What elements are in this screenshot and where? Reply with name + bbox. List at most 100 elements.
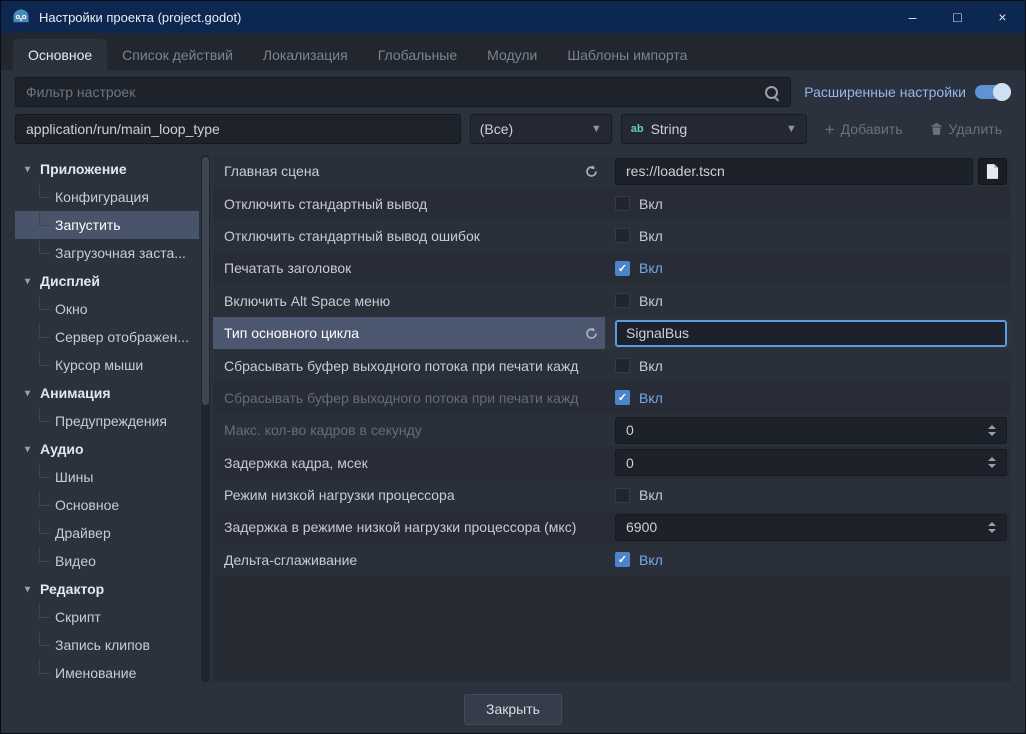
string-type-icon: ab [630,123,644,135]
setting-row-main-scene: Главная сцена res://loader.tscn [213,155,1011,188]
toggle-knob [993,83,1011,101]
setting-label[interactable]: Главная сцена [213,155,605,187]
sidebar-item-display-server[interactable]: Сервер отображен... [15,323,199,351]
filter-row: Фильтр настроек Расширенные настройки [15,77,1011,107]
setting-label[interactable]: Отключить стандартный вывод ошибок [213,220,605,252]
property-path-input[interactable]: application/run/main_loop_type [15,114,461,144]
setting-label[interactable]: Отключить стандартный вывод [213,187,605,219]
scrollbar-thumb[interactable] [202,157,209,405]
spin-arrows-icon[interactable] [982,457,996,469]
checkbox[interactable] [615,196,630,212]
tab-import-defaults[interactable]: Шаблоны импорта [552,39,702,70]
dialog-footer: Закрыть [1,685,1025,733]
tab-general[interactable]: Основное [13,39,108,70]
tab-plugins[interactable]: Модули [472,39,552,70]
sidebar-item-mouse-cursor[interactable]: Курсор мыши [15,351,199,379]
checkbox[interactable] [615,293,630,309]
setting-label[interactable]: Печатать заголовок [213,252,605,284]
setting-label[interactable]: Режим низкой нагрузки процессора [213,479,605,511]
sidebar-section-animation[interactable]: ▾ Анимация [15,379,199,407]
sidebar-item-naming[interactable]: Именование [15,659,199,682]
checkbox[interactable] [615,358,630,374]
sidebar-section-display[interactable]: ▾ Дисплей [15,267,199,295]
sidebar-item-config[interactable]: Конфигурация [15,183,199,211]
chevron-down-icon: ▼ [785,123,797,135]
sidebar-item-window[interactable]: Окно [15,295,199,323]
checkbox-label: Вкл [639,292,663,309]
sidebar-item-video[interactable]: Видео [15,547,199,575]
type-select[interactable]: ab String ▼ [620,114,807,144]
setting-row-main-loop-type: Тип основного цикла SignalBus [213,316,1011,350]
dialog-body: Фильтр настроек Расширенные настройки ap… [1,70,1025,685]
max-fps-spinbox[interactable]: 0 [615,416,1007,444]
main-scene-input[interactable]: res://loader.tscn [615,157,973,185]
setting-row-flush-stdout-on-print: Сбрасывать буфер выходного потока при пе… [213,349,1011,382]
sidebar-section-audio[interactable]: ▾ Аудио [15,435,199,463]
sidebar-section-editor[interactable]: ▾ Редактор [15,575,199,603]
checkbox[interactable] [615,487,630,503]
revert-icon[interactable] [585,165,598,178]
setting-label[interactable]: Включить Alt Space меню [213,285,605,317]
feature-override-select[interactable]: (Все) ▼ [469,114,612,144]
maximize-button[interactable]: □ [935,1,980,33]
checkbox-label: Вкл [639,195,663,212]
property-bar: application/run/main_loop_type (Все) ▼ a… [15,114,1011,144]
setting-row-low-processor-mode-sleep-usec: Задержка в режиме низкой нагрузки процес… [213,511,1011,544]
checkbox-label: Вкл [639,227,663,244]
sidebar-item-general[interactable]: Основное [15,491,199,519]
spin-arrows-icon[interactable] [982,424,996,436]
spin-arrows-icon[interactable] [982,521,996,533]
sidebar-item-movie-writer[interactable]: Запись клипов [15,631,199,659]
add-property-button[interactable]: + Добавить [816,114,912,144]
project-settings-dialog: Настройки проекта (project.godot) – □ × … [0,0,1026,734]
setting-label[interactable]: Сбрасывать буфер выходного потока при пе… [213,349,605,381]
checkbox[interactable] [615,260,630,276]
close-dialog-button[interactable]: Закрыть [464,693,562,725]
window-title: Настройки проекта (project.godot) [39,9,242,25]
settings-filter-input[interactable]: Фильтр настроек [15,77,792,107]
sidebar-section-application[interactable]: ▾ Приложение [15,155,199,183]
chevron-down-icon[interactable]: ▾ [21,164,34,175]
setting-label[interactable]: Сбрасывать буфер выходного потока при пе… [213,382,605,414]
close-button[interactable]: × [980,1,1025,33]
setting-label[interactable]: Макс. кол-во кадров в секунду [213,414,605,446]
settings-list: Главная сцена res://loader.tscn Отключит… [213,155,1011,682]
checkbox[interactable] [615,228,630,244]
file-icon [986,163,999,179]
setting-label[interactable]: Дельта-сглаживание [213,544,605,576]
checkbox[interactable] [615,552,630,568]
setting-row-max-fps: Макс. кол-во кадров в секунду 0 [213,414,1011,447]
revert-icon[interactable] [585,326,598,340]
checkbox-label: Вкл [639,389,663,406]
sidebar-item-warnings[interactable]: Предупреждения [15,407,199,435]
tree-scrollbar[interactable] [201,155,210,682]
advanced-settings-toggle[interactable] [975,83,1011,101]
setting-row-enable-alt-space-menu: Включить Alt Space меню Вкл [213,284,1011,317]
content-area: ▾ Приложение Конфигурация Запустить Загру… [15,152,1011,685]
setting-label[interactable]: Задержка в режиме низкой нагрузки процес… [213,511,605,543]
minimize-button[interactable]: – [890,1,935,33]
chevron-down-icon[interactable]: ▾ [21,276,34,287]
sidebar-item-script[interactable]: Скрипт [15,603,199,631]
frame-delay-spinbox[interactable]: 0 [615,449,1007,477]
setting-label[interactable]: Задержка кадра, мсек [213,447,605,479]
sidebar-item-boot-splash[interactable]: Загрузочная заста... [15,239,199,267]
chevron-down-icon[interactable]: ▾ [21,388,34,399]
tab-bar: Основное Список действий Локализация Гло… [1,33,1025,70]
setting-row-disable-stderr: Отключить стандартный вывод ошибок Вкл [213,219,1011,253]
checkbox-label: Вкл [639,260,663,277]
file-picker-button[interactable] [978,157,1007,185]
sidebar-item-buses[interactable]: Шины [15,463,199,491]
low-processor-sleep-spinbox[interactable]: 6900 [615,513,1007,541]
delete-property-button[interactable]: Удалить [921,114,1011,144]
main-loop-type-input[interactable]: SignalBus [615,319,1007,347]
sidebar-item-driver[interactable]: Драйвер [15,519,199,547]
chevron-down-icon[interactable]: ▾ [21,444,34,455]
tab-globals[interactable]: Глобальные [363,39,472,70]
setting-label[interactable]: Тип основного цикла [213,316,605,350]
tab-input-map[interactable]: Список действий [107,39,248,70]
checkbox[interactable] [615,390,630,406]
chevron-down-icon[interactable]: ▾ [21,584,34,595]
tab-localization[interactable]: Локализация [248,39,363,70]
sidebar-item-run[interactable]: Запустить [15,211,199,239]
